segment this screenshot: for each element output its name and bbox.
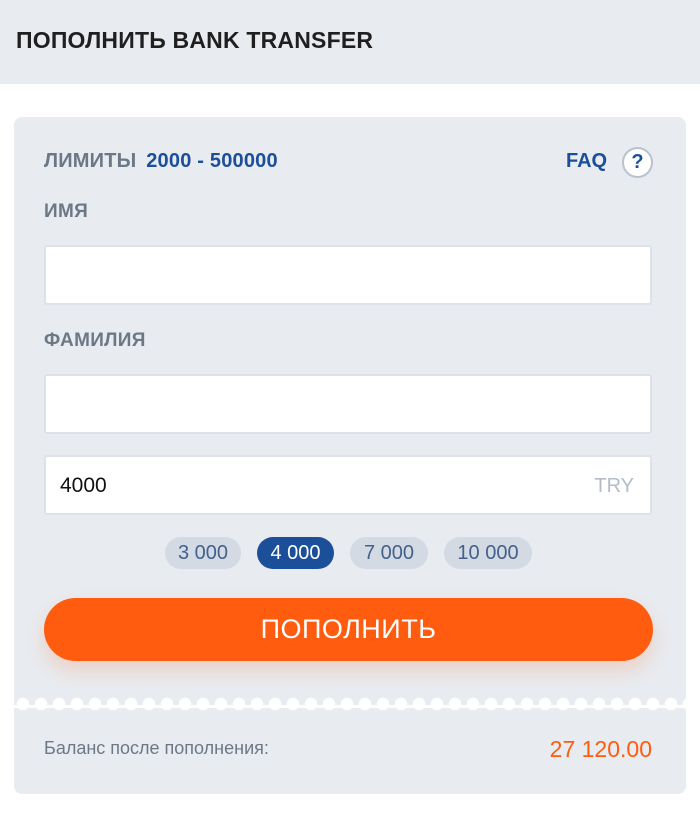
last-name-field[interactable]: [44, 374, 652, 434]
amount-field[interactable]: 4000 TRY: [44, 455, 652, 515]
perforated-divider: [14, 695, 686, 713]
quick-amounts: 3 000 4 000 7 000 10 000: [0, 537, 700, 570]
currency-label: TRY: [594, 475, 634, 497]
page-title: ПОПОЛНИТЬ BANK TRANSFER: [16, 27, 374, 53]
header-bar: ПОПОЛНИТЬ BANK TRANSFER: [0, 0, 700, 84]
limits-value: 2000 - 500000: [146, 150, 278, 172]
question-circle-icon[interactable]: ?: [622, 147, 653, 178]
deposit-submit-button[interactable]: ПОПОЛНИТЬ: [44, 598, 653, 661]
limits-text: ЛИМИТЫ 2000 - 500000: [44, 150, 278, 173]
quick-amount-chip[interactable]: 10 000: [444, 537, 532, 569]
quick-amount-chip[interactable]: 4 000: [257, 537, 334, 569]
first-name-label: ИМЯ: [44, 201, 89, 222]
balance-label: Баланс после пополнения:: [44, 738, 269, 758]
amount-value: 4000: [60, 474, 107, 497]
balance-value: 27 120.00: [549, 736, 652, 762]
quick-amount-chip[interactable]: 7 000: [350, 537, 428, 569]
quick-amount-chip[interactable]: 3 000: [165, 537, 241, 569]
last-name-label: ФАМИЛИЯ: [44, 330, 146, 351]
faq-link[interactable]: FAQ: [566, 150, 607, 173]
first-name-field[interactable]: [44, 245, 652, 305]
limits-label: ЛИМИТЫ: [44, 150, 137, 172]
